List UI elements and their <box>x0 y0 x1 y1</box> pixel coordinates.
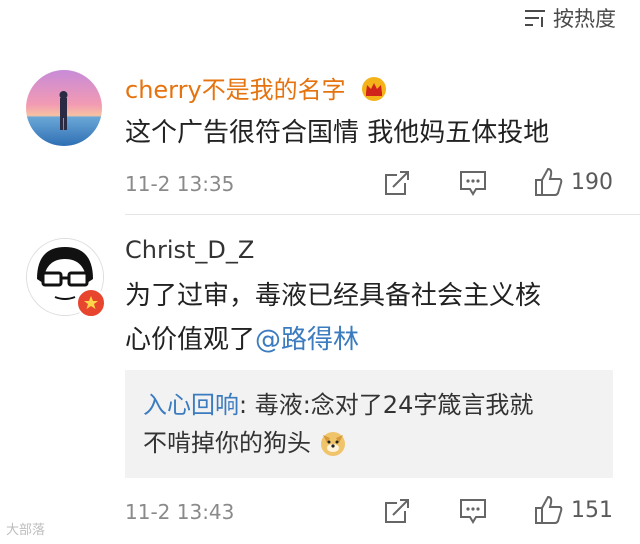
watermark: 大部落 <box>6 523 46 538</box>
share-button[interactable] <box>382 496 412 526</box>
reply-preview[interactable]: 入心回响: 毒液:念对了24字箴言我就 不啃掉你的狗头 <box>125 370 613 478</box>
divider <box>125 214 640 215</box>
like-button[interactable]: 190 <box>533 166 613 198</box>
user-avatar[interactable] <box>26 70 102 146</box>
sort-by-hot-button[interactable]: 按热度 <box>523 4 616 32</box>
reply-username[interactable]: 入心回响 <box>143 391 239 419</box>
reply-line2: 不啃掉你的狗头 <box>143 426 347 460</box>
comment-bubble-icon <box>460 499 486 524</box>
mention-link[interactable]: @路得林 <box>255 325 359 355</box>
comment-text-line1: 为了过审，毒液已经具备社会主义核 <box>125 281 542 311</box>
comment-time: 11-2 13:35 <box>125 172 235 196</box>
thumbs-up-icon <box>535 495 563 524</box>
verified-badge-icon <box>76 288 106 318</box>
comment-time: 11-2 13:43 <box>125 500 235 524</box>
comment-text-line2: 心价值观了@路得林 <box>125 325 360 355</box>
beach-sunset-avatar <box>26 70 102 146</box>
reply-line1: 入心回响: 毒液:念对了24字箴言我就 <box>143 391 534 419</box>
thumbs-up-icon <box>535 167 563 196</box>
reply-button[interactable] <box>458 168 488 198</box>
sort-label: 按热度 <box>553 7 616 31</box>
comment-username[interactable]: cherry不是我的名字 <box>125 70 389 105</box>
share-icon <box>385 171 409 195</box>
sort-lines-icon <box>525 10 545 27</box>
comment-username[interactable]: Christ_D_Z <box>125 236 254 264</box>
comment-bubble-icon <box>460 171 486 196</box>
share-button[interactable] <box>382 168 412 198</box>
doge-emoji-icon <box>320 432 345 456</box>
like-count: 151 <box>571 497 613 523</box>
crown-icon <box>362 77 387 101</box>
like-count: 190 <box>571 169 613 195</box>
like-button[interactable]: 151 <box>533 494 613 526</box>
reply-button[interactable] <box>458 496 488 526</box>
comment-text: 这个广告很符合国情 我他妈五体投地 <box>125 118 550 148</box>
share-icon <box>385 499 409 523</box>
